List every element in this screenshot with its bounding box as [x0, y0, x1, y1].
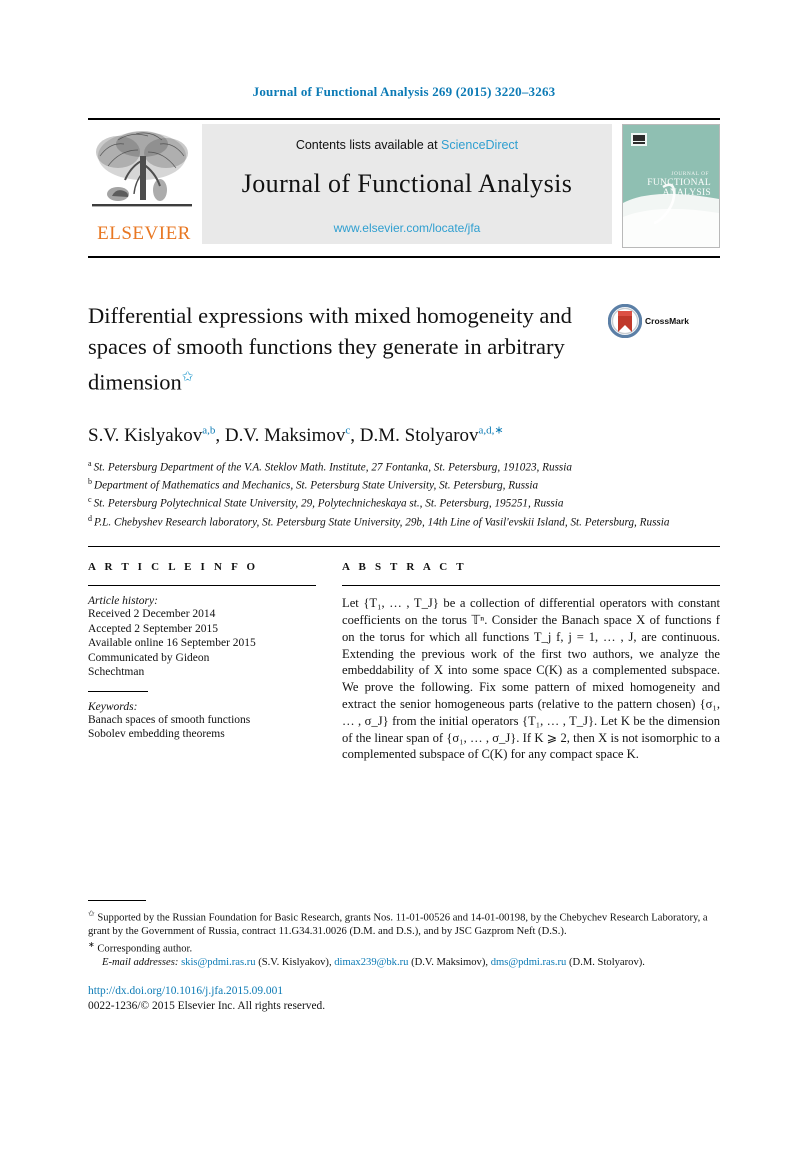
elsevier-tree-icon — [92, 131, 192, 207]
author-list: S.V. Kislyakova,b, D.V. Maksimovc, D.M. … — [88, 424, 720, 447]
author-3: D.M. Stolyarova,d,∗ — [360, 425, 504, 446]
journal-title: Journal of Functional Analysis — [241, 169, 573, 198]
funding-footnote-mark: ✩ — [88, 909, 95, 918]
keywords-separator — [88, 690, 148, 692]
author-1: S.V. Kislyakova,b, — [88, 425, 225, 446]
affiliation-d-mark: d — [88, 513, 92, 523]
history-available-online: Available online 16 September 2015 — [88, 637, 256, 650]
author-1-affiliation-marks[interactable]: a,b — [202, 425, 215, 437]
email-owner-1: (S.V. Kislyakov) — [258, 957, 329, 969]
email-footnote: E-mail addresses: skis@pdmi.ras.ru (S.V.… — [88, 956, 720, 969]
paper-first-page: Journal of Functional Analysis 269 (2015… — [0, 0, 808, 1162]
abstract-text: Let {T₁, … , T_J} be a collection of dif… — [342, 596, 720, 762]
contents-prefix: Contents lists available at — [295, 138, 442, 152]
funding-footnote: ✩ Supported by the Russian Foundation fo… — [88, 907, 720, 938]
svg-text:ANALYSIS: ANALYSIS — [663, 188, 711, 198]
info-abstract-columns: A R T I C L E I N F O Article history: R… — [88, 561, 720, 763]
keywords-label: Keywords: — [88, 700, 138, 713]
history-communicated-1: Communicated by Gideon — [88, 651, 210, 664]
email-label: E-mail addresses: — [102, 957, 179, 969]
masthead-bottom-rule — [88, 256, 720, 258]
doi-block: http://dx.doi.org/10.1016/j.jfa.2015.09.… — [88, 984, 720, 1014]
history-accepted: Accepted 2 September 2015 — [88, 622, 218, 635]
article-info-heading: A R T I C L E I N F O — [88, 561, 259, 574]
email-link-2[interactable]: dimax239@bk.ru — [334, 957, 408, 968]
history-communicated-2: Schechtman — [88, 666, 145, 679]
author-1-name: S.V. Kislyakov — [88, 424, 203, 446]
affiliation-a: a St. Petersburg Department of the V.A. S… — [88, 457, 720, 475]
article-history-label: Article history: — [88, 595, 158, 608]
abstract-column: A B S T R A C T Let {T₁, … , T_J} be a c… — [342, 561, 720, 763]
abstract-rule — [342, 585, 720, 587]
history-received: Received 2 December 2014 — [88, 608, 216, 621]
article-info-rule — [88, 585, 316, 587]
cover-artwork: JOURNAL OF FUNCTIONAL ANALYSIS — [623, 125, 719, 247]
affiliation-b-text: Department of Mathematics and Mechanics,… — [94, 479, 539, 492]
affiliation-c-mark: c — [88, 495, 92, 505]
abstract-heading: A B S T R A C T — [342, 561, 467, 574]
affiliation-c-text: St. Petersburg Polytechnical State Unive… — [93, 498, 564, 511]
crossmark-badge[interactable]: CrossMark — [608, 300, 700, 338]
footnote-block: ✩ Supported by the Russian Foundation fo… — [88, 900, 720, 1014]
running-head: Journal of Functional Analysis 269 (2015… — [252, 84, 556, 99]
elsevier-wordmark: ELSEVIER — [97, 223, 191, 244]
email-link-3[interactable]: dms@pdmi.ras.ru — [491, 957, 567, 968]
page-content: Journal of Functional Analysis 269 (2015… — [88, 0, 720, 763]
author-1-sep: , — [215, 424, 225, 446]
article-info-column: A R T I C L E I N F O Article history: R… — [88, 561, 316, 742]
funding-footnote-text: Supported by the Russian Foundation for … — [88, 912, 708, 937]
svg-text:JOURNAL OF: JOURNAL OF — [671, 171, 709, 177]
email-owner-2: (D.V. Maksimov) — [411, 957, 486, 969]
author-2-name: D.V. Maksimov — [224, 424, 346, 446]
contents-available-line: Contents lists available at ScienceDirec… — [202, 124, 612, 152]
affiliation-a-text: St. Petersburg Department of the V.A. St… — [93, 461, 572, 474]
contents-panel: Contents lists available at ScienceDirec… — [202, 124, 612, 244]
title-footnote-star-icon[interactable]: ✩ — [182, 370, 194, 385]
journal-cover-thumbnail: JOURNAL OF FUNCTIONAL ANALYSIS — [622, 124, 720, 248]
keyword-2: Sobolev embedding theorems — [88, 728, 225, 741]
info-section-top-rule — [88, 546, 720, 548]
affiliation-list: a St. Petersburg Department of the V.A. S… — [88, 457, 720, 530]
page-title: Differential expressions with mixed homo… — [88, 300, 608, 398]
email-sep-2: , — [485, 957, 489, 969]
corresponding-author-footnote: ∗ Corresponding author. — [88, 938, 720, 956]
footnote-rule — [88, 900, 146, 901]
svg-text:FUNCTIONAL: FUNCTIONAL — [647, 178, 711, 188]
sciencedirect-link[interactable]: ScienceDirect — [441, 138, 518, 152]
email-owner-3: (D.M. Stolyarov). — [569, 957, 645, 969]
title-block: Differential expressions with mixed homo… — [88, 300, 720, 398]
journal-masthead: ELSEVIER Contents lists available at Sci… — [88, 118, 720, 250]
affiliation-c: c St. Petersburg Polytechnical State Univ… — [88, 493, 720, 511]
author-2: D.V. Maksimovc, — [225, 425, 360, 446]
author-3-name: D.M. Stolyarov — [359, 424, 479, 446]
keyword-1: Banach spaces of smooth functions — [88, 713, 251, 726]
crossmark-icon — [608, 304, 642, 338]
elsevier-logo: ELSEVIER — [88, 124, 200, 245]
corresponding-author-mark: ∗ — [88, 940, 95, 950]
affiliation-b-mark: b — [88, 477, 92, 487]
corresponding-author-text: Corresponding author. — [97, 943, 193, 955]
affiliation-d-text: P.L. Chebyshev Research laboratory, St. … — [94, 516, 670, 529]
doi-link[interactable]: http://dx.doi.org/10.1016/j.jfa.2015.09.… — [88, 984, 720, 999]
crossmark-label: CrossMark — [645, 316, 689, 326]
copyright-line: 0022-1236/© 2015 Elsevier Inc. All right… — [88, 999, 326, 1012]
journal-homepage-link[interactable]: www.elsevier.com/locate/jfa — [202, 221, 612, 235]
author-3-affiliation-marks[interactable]: a,d,∗ — [479, 425, 504, 437]
affiliation-b: b Department of Mathematics and Mechanics… — [88, 475, 720, 493]
affiliation-d: d P.L. Chebyshev Research laboratory, St.… — [88, 512, 720, 530]
title-string: Differential expressions with mixed homo… — [88, 303, 572, 395]
affiliation-a-mark: a — [88, 458, 92, 468]
email-link-1[interactable]: skis@pdmi.ras.ru — [181, 957, 256, 968]
author-2-sep: , — [350, 424, 360, 446]
